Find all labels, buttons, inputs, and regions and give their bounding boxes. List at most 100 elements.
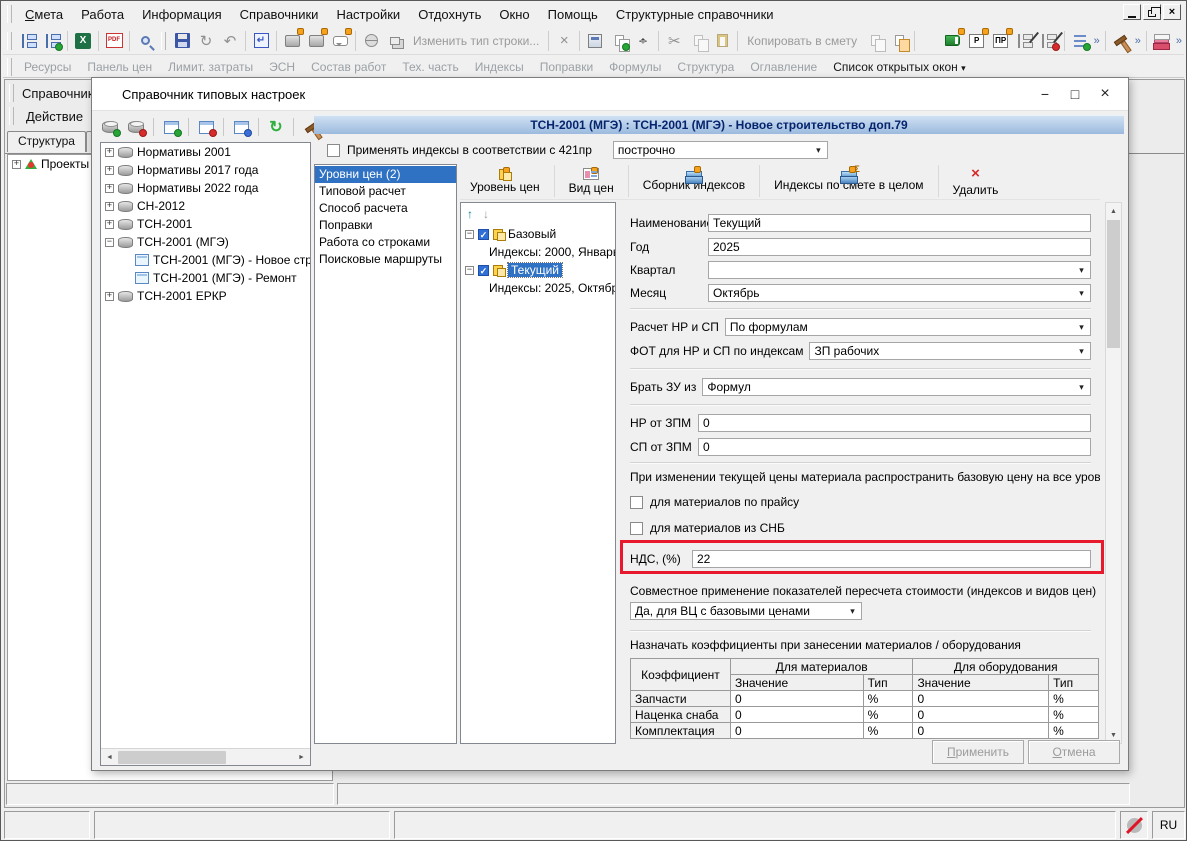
expand-icon[interactable]: + <box>105 292 114 301</box>
month-select[interactable]: Октябрь▾ <box>708 284 1091 302</box>
tree-edit-remove-button[interactable] <box>1037 30 1061 52</box>
vertical-scrollbar[interactable]: ▲ ▼ <box>1105 202 1122 744</box>
expand-icon[interactable]: + <box>105 166 114 175</box>
category-search-routes[interactable]: Поисковые маршруты <box>315 251 456 268</box>
category-calc-method[interactable]: Способ расчета <box>315 200 456 217</box>
paste-button[interactable] <box>710 30 734 52</box>
joint-usage-select[interactable]: Да, для ВЦ с базовыми ценами▾ <box>630 602 862 620</box>
apply-button[interactable]: Применить <box>932 740 1024 764</box>
checkbox-checked-icon[interactable]: ✓ <box>478 265 489 276</box>
panel-tekh-chast[interactable]: Тех. часть <box>394 58 466 76</box>
expand-icon[interactable]: + <box>105 184 114 193</box>
toolbar-grip[interactable] <box>7 58 12 76</box>
coef-cell[interactable]: 0 <box>730 707 863 723</box>
panel-limit-zatraty[interactable]: Лимит. затраты <box>160 58 261 76</box>
coef-cell[interactable]: % <box>863 723 913 739</box>
price-kind-button[interactable]: Вид цен <box>559 163 624 199</box>
menu-okno[interactable]: Окно <box>490 4 538 25</box>
panel-panel-tsen[interactable]: Панель цен <box>79 58 160 76</box>
vat-input[interactable] <box>692 550 1091 568</box>
name-input[interactable] <box>708 214 1091 232</box>
db-remove-button[interactable] <box>124 116 148 138</box>
scroll-left-button[interactable]: ◄ <box>101 749 118 765</box>
sp-zpm-input[interactable] <box>698 438 1091 456</box>
move-down-button[interactable]: ↓ <box>483 207 489 221</box>
panel-esn[interactable]: ЭСН <box>261 58 303 76</box>
panel-formuly[interactable]: Формулы <box>601 58 669 76</box>
horizontal-scrollbar[interactable]: ◄ ► <box>101 748 310 765</box>
materials-price-checkbox[interactable] <box>630 496 643 509</box>
refresh-button[interactable]: ↻ <box>194 30 218 52</box>
category-typical-calc[interactable]: Типовой расчет <box>315 183 456 200</box>
search-button[interactable] <box>133 30 157 52</box>
panel-indeksy[interactable]: Индексы <box>467 58 532 76</box>
toolbar-grip[interactable] <box>9 84 14 102</box>
expand-icon[interactable]: + <box>105 148 114 157</box>
cut-button[interactable]: ✂ <box>662 30 686 52</box>
panel-resursy[interactable]: Ресурсы <box>16 58 79 76</box>
tree-row[interactable]: +Нормативы 2001 <box>101 143 310 161</box>
expand-icon[interactable]: + <box>105 202 114 211</box>
calculator-button[interactable] <box>583 30 607 52</box>
window-close-button[interactable]: × <box>1163 4 1181 20</box>
collapse-icon[interactable]: − <box>465 266 474 275</box>
dialog-minimize-button[interactable]: − <box>1030 83 1060 105</box>
move-up-button[interactable]: ↑ <box>467 207 473 221</box>
dialog-close-button[interactable]: × <box>1090 83 1120 105</box>
delete-level-button[interactable]: ×Удалить <box>943 163 1009 199</box>
tree-structure-button[interactable] <box>16 30 40 52</box>
checkbox-checked-icon[interactable]: ✓ <box>478 229 489 240</box>
quarter-select[interactable]: ▾ <box>708 261 1091 279</box>
tree-row[interactable]: +Нормативы 2022 года <box>101 179 310 197</box>
expand-icon[interactable]: + <box>105 220 114 229</box>
cancel-button[interactable]: Отмена <box>1028 740 1120 764</box>
coef-cell[interactable]: 0 <box>730 691 863 707</box>
open-windows-list-button[interactable]: Список открытых окон ▾ <box>825 58 973 76</box>
window-minimize-button[interactable] <box>1123 4 1141 20</box>
coef-cell[interactable]: 0 <box>913 723 1049 739</box>
coef-cell[interactable]: 0 <box>913 691 1049 707</box>
level-index-row[interactable]: Индексы: 2000, Январь <box>461 243 615 261</box>
scrollbar-thumb[interactable] <box>118 751 226 764</box>
list-add-button[interactable] <box>1068 30 1092 52</box>
layers-button[interactable] <box>383 30 407 52</box>
toolbar-grip[interactable] <box>9 107 14 125</box>
panel-oglavlenie[interactable]: Оглавление <box>742 58 825 76</box>
grid-remove-button[interactable] <box>194 116 218 138</box>
coef-cell[interactable]: 0 <box>730 723 863 739</box>
toolbar-grip[interactable] <box>7 5 12 23</box>
panel-struktura[interactable]: Структура <box>669 58 742 76</box>
delete-row-button[interactable]: × <box>552 30 576 52</box>
server-settings-button[interactable] <box>280 30 304 52</box>
collapse-icon[interactable]: − <box>465 230 474 239</box>
expand-icon[interactable]: + <box>12 160 21 169</box>
copy-page-button[interactable] <box>863 30 887 52</box>
copy-page-color-button[interactable] <box>887 30 911 52</box>
level-row-current[interactable]: − ✓ Текущий <box>461 261 615 279</box>
tree-row[interactable]: +Нормативы 2017 года <box>101 161 310 179</box>
nr-zpm-input[interactable] <box>698 414 1091 432</box>
more-chevron[interactable]: » <box>1133 35 1143 47</box>
level-index-row[interactable]: Индексы: 2025, Октябрь <box>461 279 615 297</box>
coef-cell[interactable]: % <box>1049 707 1099 723</box>
scrollbar-thumb[interactable] <box>1107 220 1120 348</box>
tree-row[interactable]: +СН-2012 <box>101 197 310 215</box>
tree-edit-button[interactable] <box>1013 30 1037 52</box>
tree-row[interactable]: +ТСН-2001 ЕРКР <box>101 287 310 305</box>
panel-popravki[interactable]: Поправки <box>532 58 601 76</box>
tree-row[interactable]: ТСН-2001 (МГЭ) - Новое стро <box>101 251 310 269</box>
book-settings-button[interactable] <box>941 30 965 52</box>
tree-add-button[interactable] <box>40 30 64 52</box>
comment-settings-button[interactable] <box>328 30 352 52</box>
norm-p-button[interactable]: P <box>965 30 989 52</box>
nr-sp-calc-select[interactable]: По формулам▾ <box>725 318 1091 336</box>
coef-cell[interactable]: 0 <box>913 707 1049 723</box>
apply-indices-checkbox[interactable] <box>327 144 340 157</box>
menu-nastroyki[interactable]: Настройки <box>327 4 409 25</box>
menu-strukturnye-spravochniki[interactable]: Структурные справочники <box>607 4 783 25</box>
save-button[interactable] <box>170 30 194 52</box>
menu-pomosch[interactable]: Помощь <box>539 4 607 25</box>
bg-menu-deystvie[interactable]: Действие <box>18 109 91 124</box>
tab-struktura[interactable]: Структура <box>7 131 86 152</box>
menu-spravochniki[interactable]: Справочники <box>231 4 328 25</box>
